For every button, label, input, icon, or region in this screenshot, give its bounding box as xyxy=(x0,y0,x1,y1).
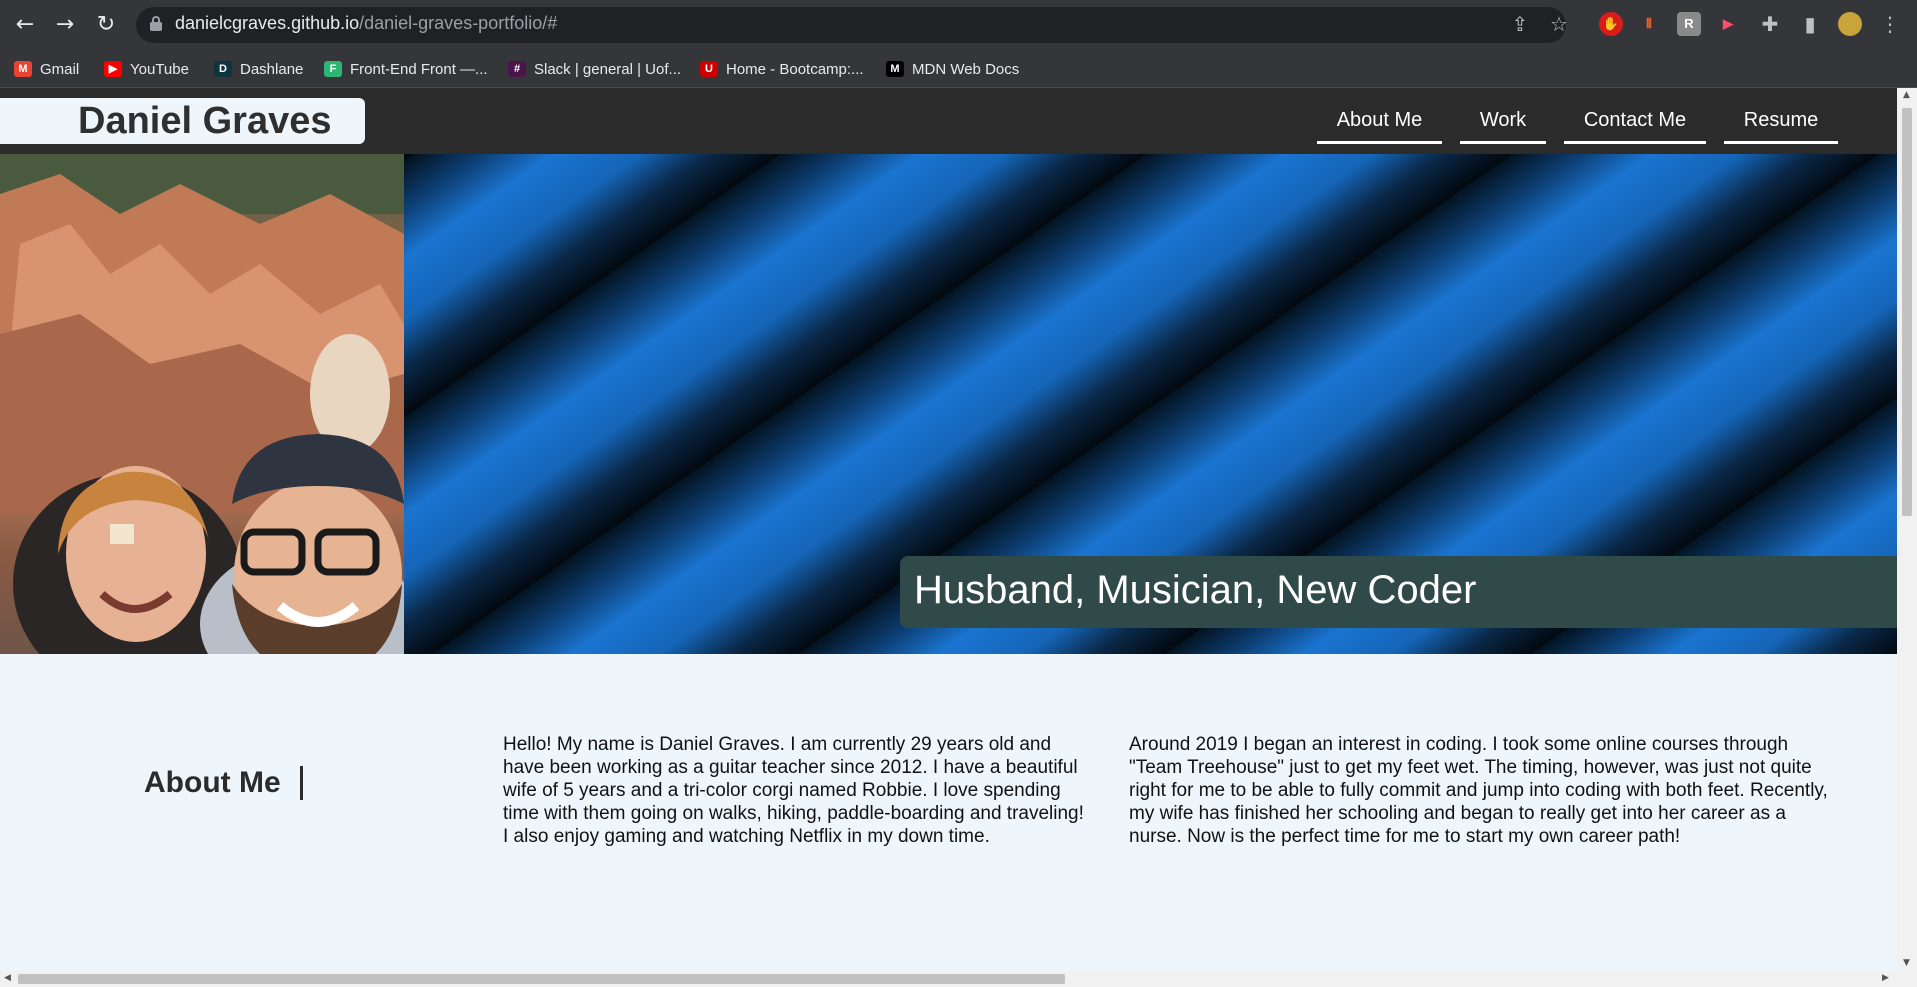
back-arrow-icon[interactable]: ← xyxy=(10,10,40,40)
scroll-left-arrow-icon[interactable]: ◀ xyxy=(4,973,11,983)
horizontal-scroll-thumb[interactable] xyxy=(18,974,1065,984)
adblock-extension-icon[interactable]: ✋ xyxy=(1599,12,1623,36)
extensions-puzzle-icon[interactable]: ✚ xyxy=(1758,12,1782,36)
front-end-front-icon: F xyxy=(324,61,342,77)
nav-contact-me[interactable]: Contact Me xyxy=(1564,108,1706,144)
scroll-down-arrow-icon[interactable]: ▼ xyxy=(1903,958,1910,968)
bookmark-gmail[interactable]: M Gmail xyxy=(14,50,79,88)
lock-icon[interactable] xyxy=(150,16,162,32)
about-paragraph-2: Around 2019 I began an interest in codin… xyxy=(1129,734,1828,847)
bookmark-dashlane[interactable]: D Dashlane xyxy=(214,50,303,88)
nav-resume[interactable]: Resume xyxy=(1724,108,1838,144)
bookmark-youtube[interactable]: ▶ YouTube xyxy=(104,50,189,88)
browser-toolbar: ← → ↻ danielcgraves.github.io/daniel-gra… xyxy=(0,0,1917,50)
about-paragraph-1: Hello! My name is Daniel Graves. I am cu… xyxy=(503,734,1084,847)
vertical-scrollbar[interactable]: ▲ ▼ xyxy=(1897,88,1917,971)
share-icon[interactable]: ⇪ xyxy=(1508,12,1532,36)
bookmark-bootcamp[interactable]: U Home - Bootcamp:... xyxy=(700,50,864,88)
side-panel-icon[interactable]: ▮ xyxy=(1798,12,1822,36)
extension-icon[interactable]: ⫴ xyxy=(1637,12,1661,36)
vertical-scroll-thumb[interactable] xyxy=(1902,108,1912,516)
mdn-icon: M xyxy=(886,61,904,77)
extension-r-icon[interactable]: R xyxy=(1677,12,1701,36)
about-heading: About Me xyxy=(144,766,281,799)
site-header: Daniel Graves About Me Work Contact Me R… xyxy=(0,88,1897,154)
profile-photo xyxy=(0,154,404,654)
horizontal-scrollbar[interactable]: ◀ ▶ xyxy=(0,971,1917,987)
bookmark-star-icon[interactable]: ☆ xyxy=(1547,12,1571,36)
hero-tagline: Husband, Musician, New Coder xyxy=(900,556,1897,628)
gmail-icon: M xyxy=(14,61,32,77)
bookmarks-bar: M Gmail ▶ YouTube D Dashlane F Front-End Fro… xyxy=(0,50,1917,88)
bookmark-slack[interactable]: # Slack | general | Uof... xyxy=(508,50,681,88)
site-title: Daniel Graves xyxy=(78,100,332,142)
site-brand: Daniel Graves xyxy=(0,98,365,144)
hero-banner: Husband, Musician, New Coder xyxy=(0,154,1897,654)
profile-avatar[interactable] xyxy=(1838,12,1862,36)
screen-record-extension-icon[interactable]: ▶ xyxy=(1716,12,1740,36)
about-section: About Me Hello! My name is Daniel Graves… xyxy=(0,654,1897,971)
menu-kebab-icon[interactable]: ⋮ xyxy=(1878,12,1902,36)
scroll-up-arrow-icon[interactable]: ▲ xyxy=(1903,90,1910,100)
forward-arrow-icon[interactable]: → xyxy=(50,10,80,40)
page-viewport: Daniel Graves About Me Work Contact Me R… xyxy=(0,88,1897,971)
url-text[interactable]: danielcgraves.github.io/daniel-graves-po… xyxy=(175,13,557,34)
reload-icon[interactable]: ↻ xyxy=(91,10,121,40)
dashlane-icon: D xyxy=(214,61,232,77)
bookmark-front-end-front[interactable]: F Front-End Front —... xyxy=(324,50,488,88)
slack-icon: # xyxy=(508,61,526,77)
nav-about-me[interactable]: About Me xyxy=(1317,108,1442,144)
bootcamp-icon: U xyxy=(700,61,718,77)
bookmark-mdn[interactable]: M MDN Web Docs xyxy=(886,50,1019,88)
heading-divider xyxy=(300,766,303,800)
scroll-right-arrow-icon[interactable]: ▶ xyxy=(1882,973,1889,983)
youtube-icon: ▶ xyxy=(104,61,122,77)
nav-work[interactable]: Work xyxy=(1460,108,1546,144)
